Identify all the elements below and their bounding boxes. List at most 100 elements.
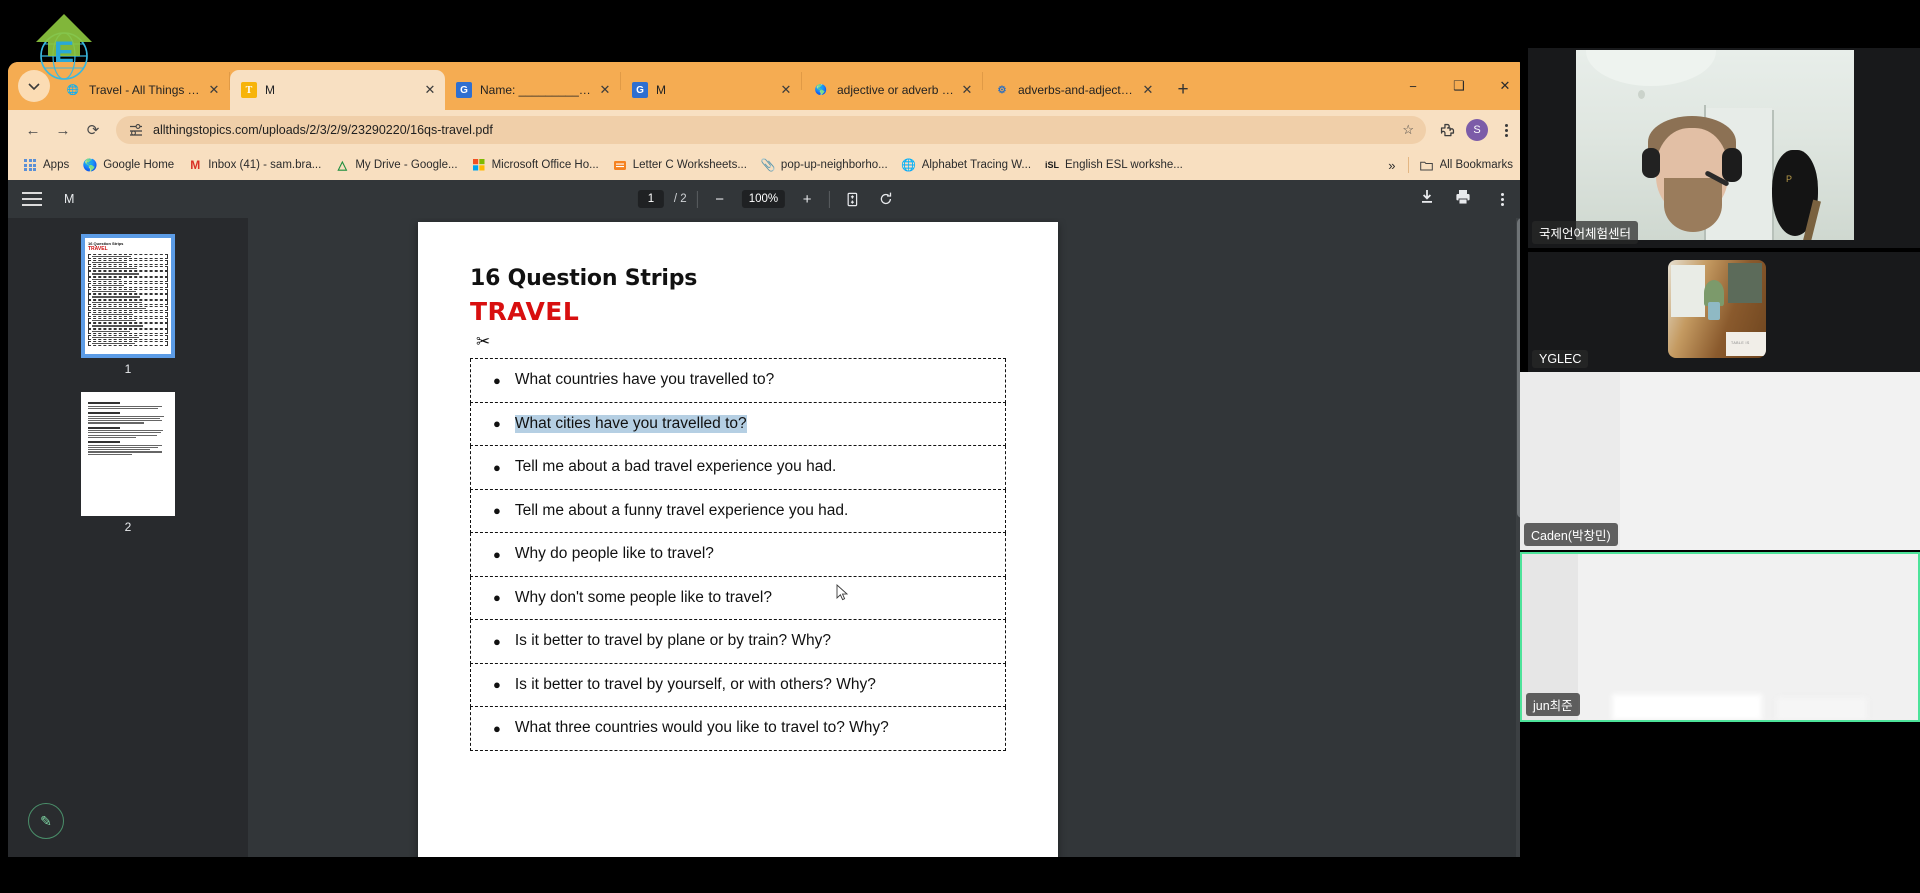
bookmark-label: Letter C Worksheets...: [632, 159, 747, 171]
bookmarks-divider: [1407, 157, 1409, 173]
bullet-icon: ●: [493, 590, 501, 606]
sidebar-toggle-icon[interactable]: [22, 192, 42, 206]
question-text: Tell me about a bad travel experience yo…: [514, 458, 837, 476]
video-tile-caden[interactable]: Caden(박창민): [1520, 372, 1920, 550]
bookmark-label: Apps: [43, 159, 70, 171]
browser-window: 🌐 Travel - All Things Topics ✕ T M ✕ G N…: [8, 62, 1528, 857]
globe-icon: 🌎: [82, 158, 98, 172]
video-feed-blur: [1612, 694, 1762, 720]
video-call-panel: 국제언어체험센터 YGLEC Caden(박창민) jun최준: [1520, 0, 1920, 893]
more-options-icon[interactable]: [1490, 192, 1514, 206]
fit-page-icon[interactable]: [840, 187, 864, 211]
tab-close-icon[interactable]: ✕: [596, 81, 614, 99]
minimize-button[interactable]: −: [1390, 66, 1436, 106]
tab-4[interactable]: 🌎 adjective or adverb worksh ✕: [802, 70, 982, 110]
tab-search-button[interactable]: [18, 70, 50, 102]
isl-icon: iSL: [1045, 160, 1060, 170]
zoom-out-button[interactable]: −: [708, 187, 732, 211]
address-bar[interactable]: allthingstopics.com/uploads/2/3/2/9/2329…: [116, 116, 1426, 144]
video-tile-yglec[interactable]: YGLEC: [1528, 252, 1920, 372]
page-thumbnail-2[interactable]: [81, 392, 175, 516]
pdf-page-controls: 1 / 2 − 100% +: [637, 187, 898, 211]
office-icon: [472, 158, 486, 172]
print-icon[interactable]: [1454, 188, 1476, 210]
page-thumbnail-label-1: 1: [124, 362, 132, 376]
tab-1[interactable]: T M ✕: [230, 70, 445, 110]
tab-close-icon[interactable]: ✕: [1139, 81, 1157, 99]
question-strip[interactable]: ● Tell me about a bad travel experience …: [470, 446, 1006, 490]
bookmark-letter-c-worksheets[interactable]: Letter C Worksheets...: [606, 155, 754, 175]
bookmark-star-icon[interactable]: ☆: [1402, 122, 1414, 138]
question-strip[interactable]: ● Is it better to travel by plane or by …: [470, 620, 1006, 664]
question-strip[interactable]: ● Why don't some people like to travel?: [470, 576, 1006, 620]
participant-name: Caden(박창민): [1524, 523, 1618, 546]
tab-close-icon[interactable]: ✕: [777, 81, 795, 99]
video-tile-jun[interactable]: jun최준: [1520, 552, 1920, 722]
back-button[interactable]: ←: [18, 115, 48, 145]
browser-menu-icon[interactable]: [1494, 123, 1518, 137]
tab-3[interactable]: G M ✕: [621, 70, 801, 110]
question-strip[interactable]: ● What cities have you travelled to?: [470, 402, 1006, 446]
bookmark-my-drive[interactable]: △ My Drive - Google...: [328, 155, 464, 175]
google-icon: G: [456, 82, 472, 98]
maximize-button[interactable]: ❑: [1436, 66, 1482, 106]
tab-close-icon[interactable]: ✕: [958, 81, 976, 99]
bullet-icon: ●: [493, 546, 501, 562]
bookmark-inbox[interactable]: M Inbox (41) - sam.bra...: [181, 155, 328, 175]
question-strip[interactable]: ● Why do people like to travel?: [470, 533, 1006, 577]
headphone-left: [1642, 148, 1660, 178]
zoom-in-button[interactable]: +: [795, 187, 819, 211]
pdf-document-title: M: [64, 192, 75, 206]
bookmark-label: My Drive - Google...: [355, 159, 458, 171]
page-thumbnail-1[interactable]: 16 Question Strips TRAVEL: [81, 234, 175, 358]
page-number-input[interactable]: 1: [637, 190, 664, 208]
screen: 🌐 Travel - All Things Topics ✕ T M ✕ G N…: [0, 0, 1920, 893]
bookmark-microsoft-office[interactable]: Microsoft Office Ho...: [465, 155, 606, 175]
pdf-page-area[interactable]: 16 Question Strips TRAVEL ✂ ● What count…: [248, 218, 1528, 857]
tab-strip: 🌐 Travel - All Things Topics ✕ T M ✕ G N…: [8, 62, 1528, 110]
bookmarks-overflow-icon[interactable]: »: [1380, 155, 1403, 176]
bookmark-google-home[interactable]: 🌎 Google Home: [76, 155, 181, 175]
bookmark-english-esl[interactable]: iSL English ESL workshe...: [1038, 155, 1190, 175]
person-beard: [1664, 178, 1722, 232]
extensions-icon[interactable]: [1434, 117, 1460, 143]
new-tab-button[interactable]: +: [1169, 76, 1197, 104]
question-strip[interactable]: ● Tell me about a funny travel experienc…: [470, 489, 1006, 533]
bookmark-alphabet-tracing[interactable]: 🌐 Alphabet Tracing W...: [895, 155, 1038, 175]
question-strip-list: ● What countries have you travelled to? …: [470, 358, 1006, 751]
bookmark-pop-up-neighborhood[interactable]: 📎 pop-up-neighborho...: [754, 155, 895, 175]
bookmark-label: Google Home: [103, 159, 175, 171]
tab-close-icon[interactable]: ✕: [205, 81, 223, 99]
question-strip[interactable]: ● What three countries would you like to…: [470, 707, 1006, 751]
mirror-shape: [1728, 263, 1762, 303]
video-feed-blur: [1777, 698, 1867, 720]
download-icon[interactable]: [1418, 188, 1440, 210]
chevron-down-icon: [28, 83, 40, 91]
rotate-icon[interactable]: [874, 187, 898, 211]
tab-0[interactable]: 🌐 Travel - All Things Topics ✕: [54, 70, 229, 110]
forward-button[interactable]: →: [48, 115, 78, 145]
pdf-viewer: M 1 / 2 − 100% + 16 Question Strips TRAV…: [8, 180, 1528, 857]
video-tile-teacher[interactable]: 국제언어체험센터: [1528, 48, 1920, 248]
bullet-icon: ●: [493, 372, 501, 388]
question-strip[interactable]: ● What countries have you travelled to?: [470, 359, 1006, 403]
bookmark-label: pop-up-neighborho...: [780, 159, 888, 171]
bullet-icon: ●: [493, 416, 501, 432]
bookmark-apps[interactable]: Apps: [16, 155, 76, 175]
question-strip[interactable]: ● Is it better to travel by yourself, or…: [470, 663, 1006, 707]
zoom-level-display[interactable]: 100%: [741, 190, 786, 208]
reload-button[interactable]: ⟳: [78, 115, 108, 145]
tab-close-icon[interactable]: ✕: [421, 81, 439, 99]
question-text: Why do people like to travel?: [514, 545, 714, 563]
annotate-edit-button[interactable]: ✎: [28, 803, 64, 839]
participant-name: YGLEC: [1532, 350, 1589, 368]
profile-avatar[interactable]: S: [1466, 119, 1488, 141]
bookmark-label: English ESL workshe...: [1065, 159, 1183, 171]
all-bookmarks-button[interactable]: All Bookmarks: [1413, 155, 1521, 175]
paperclip-icon: 📎: [760, 158, 776, 172]
pdf-toolbar: M 1 / 2 − 100% +: [8, 180, 1528, 218]
tab-2[interactable]: G Name: ______________ ✕: [445, 70, 620, 110]
question-text: Tell me about a funny travel experience …: [514, 501, 849, 519]
paper-card: [1726, 332, 1766, 356]
tab-5[interactable]: ⚙ adverbs-and-adjectives.pn ✕: [983, 70, 1163, 110]
